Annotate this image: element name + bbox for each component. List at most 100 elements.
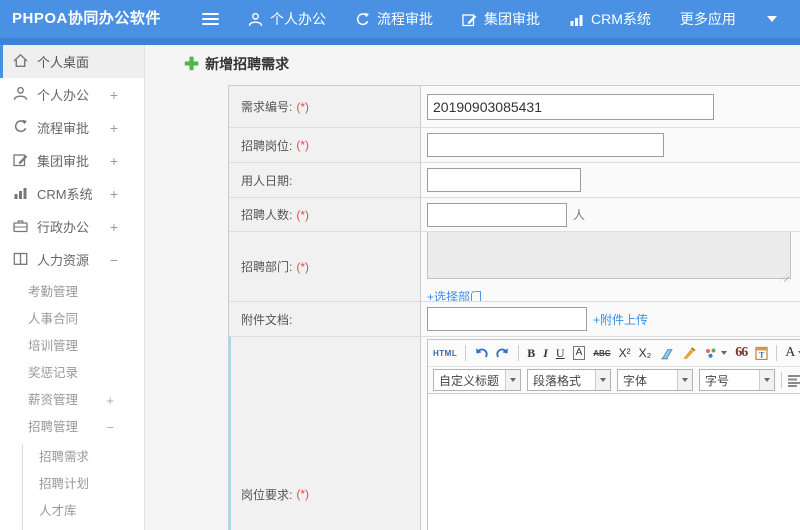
expand-plus-icon[interactable]: + (110, 120, 118, 136)
color-palette-icon[interactable] (704, 347, 728, 360)
italic-button[interactable]: I (543, 346, 548, 361)
chart-icon (13, 185, 37, 203)
attachment-input[interactable] (427, 307, 587, 331)
caret-down-icon (595, 370, 610, 390)
expand-plus-icon[interactable]: + (110, 87, 118, 103)
sidebar-item-talent-pool[interactable]: 人才库 (23, 498, 144, 525)
sidebar-item-recruit-plan[interactable]: 招聘计划 (23, 471, 144, 498)
form-row-headcount: 招聘人数: (*) 人 (229, 198, 800, 232)
sidebar-item-attendance[interactable]: 考勤管理 (0, 279, 144, 306)
nav-item-personal-office[interactable]: 个人办公 (248, 9, 326, 29)
required-marker: (*) (296, 487, 310, 501)
font-color-button[interactable]: A (785, 345, 800, 361)
html-source-button[interactable]: HTML (433, 349, 457, 358)
attachment-upload-link[interactable]: +附件上传 (593, 311, 648, 328)
select-value: 字号 (705, 373, 730, 388)
form-row-position: 招聘岗位: (*) (229, 128, 800, 163)
sub-item-label: 招聘管理 (28, 420, 79, 434)
nav-item-crm[interactable]: CRM系统 (569, 9, 651, 29)
sidebar-item-personal-desktop[interactable]: 个人桌面 (0, 45, 144, 78)
field-label: 用人日期: (241, 173, 293, 188)
underline-button[interactable]: U (556, 346, 565, 361)
collapse-minus-icon[interactable]: − (106, 414, 114, 441)
sidebar-item-recruit-mgmt[interactable]: 招聘管理 − (0, 414, 144, 441)
nav-item-workflow-approval[interactable]: 流程审批 (355, 9, 433, 29)
nav-item-label: CRM系统 (591, 11, 651, 27)
superscript-button[interactable]: X² (619, 346, 631, 360)
expand-plus-icon[interactable]: + (106, 387, 114, 414)
demand-no-input[interactable] (427, 93, 714, 120)
caret-down-icon (766, 16, 777, 22)
sidebar-item-training[interactable]: 培训管理 (0, 333, 144, 360)
sidebar-item-hr[interactable]: 人力资源 − (0, 243, 144, 276)
nav-item-group-approval[interactable]: 集团审批 (462, 9, 540, 29)
app-window: PHPOA协同办公软件 个人办公 流程审批 集团审批 CRM系统 更多应用 个人… (0, 0, 800, 530)
sidebar-item-rewards[interactable]: 奖惩记录 (0, 360, 144, 387)
toolbar-separator (465, 345, 467, 361)
sidebar-item-hr-contract[interactable]: 人事合同 (0, 306, 144, 333)
editor-content-area[interactable] (428, 393, 800, 530)
eraser-icon[interactable] (659, 347, 674, 360)
align-left-icon[interactable] (788, 374, 800, 387)
subscript-button[interactable]: X₂ (639, 346, 652, 360)
hr-book-icon (13, 251, 37, 269)
edit-icon (13, 152, 37, 170)
hamburger-icon[interactable] (202, 13, 219, 25)
blockquote-button[interactable]: 66 (735, 345, 748, 361)
page-title-text: 新增招聘需求 (205, 56, 290, 72)
border-text-button[interactable]: A (572, 346, 586, 360)
caret-down-icon (759, 370, 774, 390)
expand-plus-icon[interactable]: + (110, 219, 118, 235)
home-icon (13, 53, 37, 71)
sub-item-label: 人事合同 (28, 312, 79, 326)
sidebar: 个人桌面 个人办公 + 流程审批 + 集团审批 + CRM系统 + 行政办公 +… (0, 45, 145, 530)
expand-plus-icon[interactable]: + (110, 153, 118, 169)
svg-text:T: T (759, 351, 765, 360)
expand-plus-icon[interactable]: + (110, 186, 118, 202)
chart-icon (569, 12, 584, 27)
sidebar-item-workflow-approval[interactable]: 流程审批 + (0, 111, 144, 144)
select-department-link[interactable]: +选择部门 (427, 288, 482, 302)
format-brush-icon[interactable] (682, 346, 696, 360)
sidebar-item-crm[interactable]: CRM系统 + (0, 177, 144, 210)
font-family-select[interactable]: 字体 (617, 369, 693, 391)
required-marker: (*) (296, 138, 310, 152)
more-apps-dropdown[interactable] (765, 16, 777, 22)
caret-down-icon (721, 351, 728, 355)
app-title: PHPOA协同办公软件 (12, 10, 161, 27)
bold-button[interactable]: B (527, 346, 535, 361)
sidebar-item-admin-office[interactable]: 行政办公 + (0, 210, 144, 243)
select-value: 段落格式 (533, 373, 582, 388)
sub-item-label: 招聘计划 (39, 477, 90, 491)
recruit-demand-form: 需求编号: (*) 招聘岗位: (*) 用人日期: (228, 85, 800, 530)
paragraph-format-select[interactable]: 段落格式 (527, 369, 611, 391)
nav-item-more-apps[interactable]: 更多应用 (680, 9, 736, 29)
headcount-input[interactable] (427, 202, 567, 227)
nav-item-label: 个人办公 (270, 11, 326, 27)
edit-icon (462, 12, 477, 27)
sidebar-item-salary[interactable]: 薪资管理 + (0, 387, 144, 414)
department-textarea[interactable] (427, 232, 791, 279)
font-size-select[interactable]: 字号 (699, 369, 775, 391)
sidebar-item-group-approval[interactable]: 集团审批 + (0, 144, 144, 177)
top-nav: 个人办公 流程审批 集团审批 CRM系统 更多应用 (248, 0, 800, 38)
main-content: ✚ 新增招聘需求 需求编号: (*) 招聘岗位: (*) (145, 45, 800, 530)
undo-icon[interactable] (474, 347, 488, 360)
custom-heading-select[interactable]: 自定义标题 (433, 369, 521, 391)
nav-item-label: 流程审批 (377, 11, 433, 27)
sidebar-item-recruit-demand[interactable]: 招聘需求 (23, 444, 144, 471)
collapse-minus-icon[interactable]: − (110, 252, 118, 268)
editor-toolbar-row1: HTML B I U A ABC X² X₂ 66 T A (428, 340, 800, 366)
sidebar-item-label: 个人办公 (37, 88, 90, 103)
sidebar-item-personal-office[interactable]: 个人办公 + (0, 78, 144, 111)
caret-down-icon (505, 370, 520, 390)
form-row-job-requirements: 岗位要求: (*) HTML B I U A ABC X² X₂ 66 T A … (229, 337, 800, 530)
caret-down-icon (677, 370, 692, 390)
editor-toolbar-row2: 自定义标题 段落格式 字体 字号 (428, 366, 800, 393)
position-input[interactable] (427, 133, 664, 157)
strikethrough-button[interactable]: ABC (593, 349, 610, 358)
hire-date-input[interactable] (427, 168, 581, 192)
redo-icon[interactable] (496, 347, 510, 360)
paste-icon[interactable]: T (755, 346, 768, 360)
nav-item-label: 更多应用 (679, 11, 736, 27)
